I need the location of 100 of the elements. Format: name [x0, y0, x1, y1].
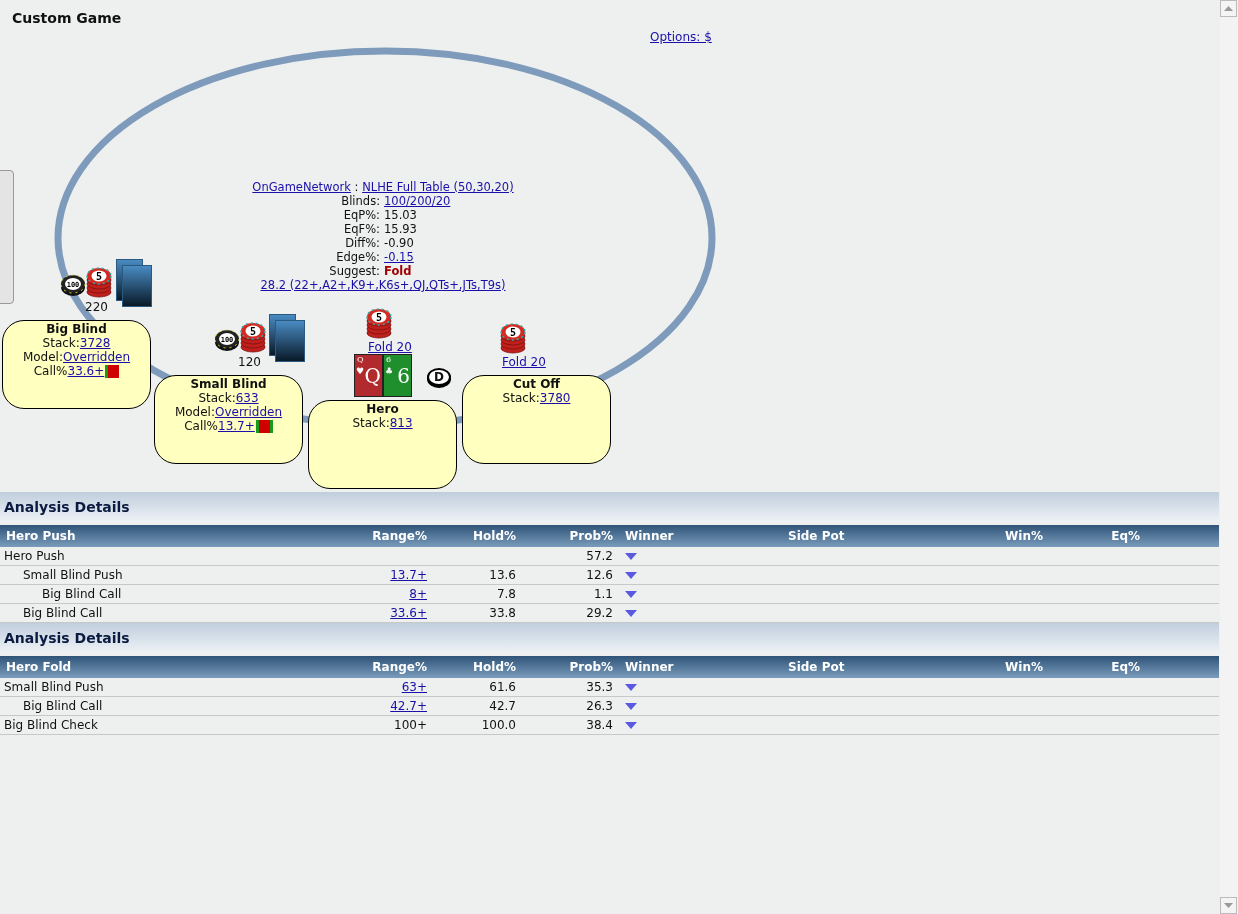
dropdown-caret-icon[interactable]: [625, 683, 637, 691]
range-link[interactable]: 33.6+: [332, 606, 427, 620]
range-bar-icon: [255, 419, 273, 433]
suit-icon: ♣: [385, 366, 394, 376]
table-cell-text: Big Blind Call: [22, 699, 104, 713]
column-header: Win%: [1004, 660, 1043, 674]
field-link[interactable]: 33.6+: [67, 364, 105, 378]
info-label: Blinds:: [340, 194, 381, 208]
info-label: Edge%:: [335, 250, 381, 264]
column-header: Hold%: [472, 529, 516, 543]
column-header: Range%: [371, 660, 427, 674]
table-cell-text: 33.8: [488, 606, 516, 620]
column-header: Hold%: [472, 660, 516, 674]
table-cell-text: 35.3: [585, 680, 613, 694]
column-header: Eq%: [1110, 529, 1140, 543]
info-label: EqP%:: [342, 208, 381, 222]
column-header: Eq%: [1110, 660, 1140, 674]
table-cell-text: Big Blind Check: [3, 718, 99, 732]
column-header: Side Pot: [787, 529, 846, 543]
bet-link[interactable]: Fold 20: [502, 355, 546, 370]
column-header: Side Pot: [787, 660, 846, 674]
dropdown-caret-icon[interactable]: [625, 609, 637, 617]
field-link[interactable]: 633: [235, 391, 259, 405]
range-bar-icon: [105, 364, 120, 378]
table-cell-text: 100+: [393, 718, 427, 732]
section-title: Analysis Details: [4, 499, 130, 515]
card-corner-rank: 6: [386, 355, 392, 364]
separator: :: [354, 180, 359, 194]
section-title: Analysis Details: [4, 630, 130, 646]
column-header: Winner: [624, 529, 675, 543]
dropdown-caret-icon[interactable]: [625, 590, 637, 598]
dropdown-caret-icon[interactable]: [625, 702, 637, 710]
page-title: Custom Game: [12, 10, 122, 26]
field-link[interactable]: Overridden: [62, 350, 131, 364]
field-label: Stack:: [42, 336, 80, 350]
field-label: Call%: [184, 419, 218, 433]
field-link[interactable]: 3728: [79, 336, 111, 350]
table-cell-text: 100.0: [480, 718, 516, 732]
range-link[interactable]: 42.7+: [332, 699, 427, 713]
table-cell-text: 26.3: [585, 699, 613, 713]
field-link[interactable]: 3780: [539, 391, 571, 405]
range-link[interactable]: 28.2 (22+,A2+,K9+,K6s+,QJ,QTs+,JTs,T9s): [260, 278, 506, 292]
field-label: Model:: [174, 405, 215, 419]
info-label: EqF%:: [343, 222, 381, 236]
column-header: Prob%: [568, 529, 613, 543]
table-cell-text: 12.6: [585, 568, 613, 582]
options-link[interactable]: Options: $: [650, 30, 712, 44]
field-label: Stack:: [352, 416, 390, 430]
table-cell-text: 61.6: [488, 680, 516, 694]
info-link[interactable]: -0.15: [384, 250, 414, 264]
site-link[interactable]: OnGameNetwork: [252, 180, 351, 194]
dropdown-caret-icon[interactable]: [625, 552, 637, 560]
table-cell-text: Big Blind Call: [41, 587, 123, 601]
info-label: Suggest:: [328, 264, 381, 278]
bet-link[interactable]: Fold 20: [368, 340, 412, 355]
scroll-up-icon[interactable]: [1220, 0, 1237, 17]
table-cell-text: Small Blind Push: [3, 680, 105, 694]
seat-name: Cut Off: [512, 377, 561, 391]
card-corner-rank: Q: [357, 355, 364, 364]
field-label: Stack:: [198, 391, 236, 405]
range-link[interactable]: 13.7+: [332, 568, 427, 582]
table-cell-text: 7.8: [495, 587, 516, 601]
field-link[interactable]: 813: [389, 416, 413, 430]
info-value: 15.03: [384, 208, 417, 222]
dropdown-caret-icon[interactable]: [625, 721, 637, 729]
table-cell-text: Hero Push: [3, 549, 66, 563]
table-cell-text: 13.6: [488, 568, 516, 582]
column-header: Win%: [1004, 529, 1043, 543]
seat-name: Big Blind: [46, 322, 107, 336]
field-label: Model:: [22, 350, 63, 364]
info-link[interactable]: 100/200/20: [384, 194, 451, 208]
info-label: Diff%:: [344, 236, 381, 250]
scrollbar[interactable]: [1220, 0, 1238, 914]
column-header: Hero Push: [5, 529, 77, 543]
field-link[interactable]: Overridden: [214, 405, 283, 419]
table-cell-text: Big Blind Call: [22, 606, 104, 620]
column-header: Prob%: [568, 660, 613, 674]
column-header: Hero Fold: [5, 660, 73, 674]
table-cell-text: 1.1: [592, 587, 613, 601]
field-label: Stack:: [502, 391, 540, 405]
card-rank: 6: [397, 364, 410, 388]
table-cell-text: 42.7: [488, 699, 516, 713]
structure-link[interactable]: NLHE Full Table (50,30,20): [362, 180, 514, 194]
range-link[interactable]: 63+: [332, 680, 427, 694]
field-label: Call%: [33, 364, 68, 378]
column-header: Range%: [371, 529, 427, 543]
table-cell-text: Small Blind Push: [22, 568, 124, 582]
table-cell-text: 29.2: [585, 606, 613, 620]
table-cell-text: 38.4: [585, 718, 613, 732]
column-header: Winner: [624, 660, 675, 674]
dropdown-caret-icon[interactable]: [625, 571, 637, 579]
bet-amount: 120: [238, 355, 261, 370]
info-value: -0.90: [384, 236, 414, 250]
suit-icon: ♥: [356, 366, 365, 376]
info-value: 15.93: [384, 222, 417, 236]
scroll-down-icon[interactable]: [1220, 897, 1237, 914]
range-link[interactable]: 8+: [332, 587, 427, 601]
field-link[interactable]: 13.7+: [218, 419, 255, 433]
table-cell-text: 57.2: [585, 549, 613, 563]
seat-name: Small Blind: [190, 377, 267, 391]
